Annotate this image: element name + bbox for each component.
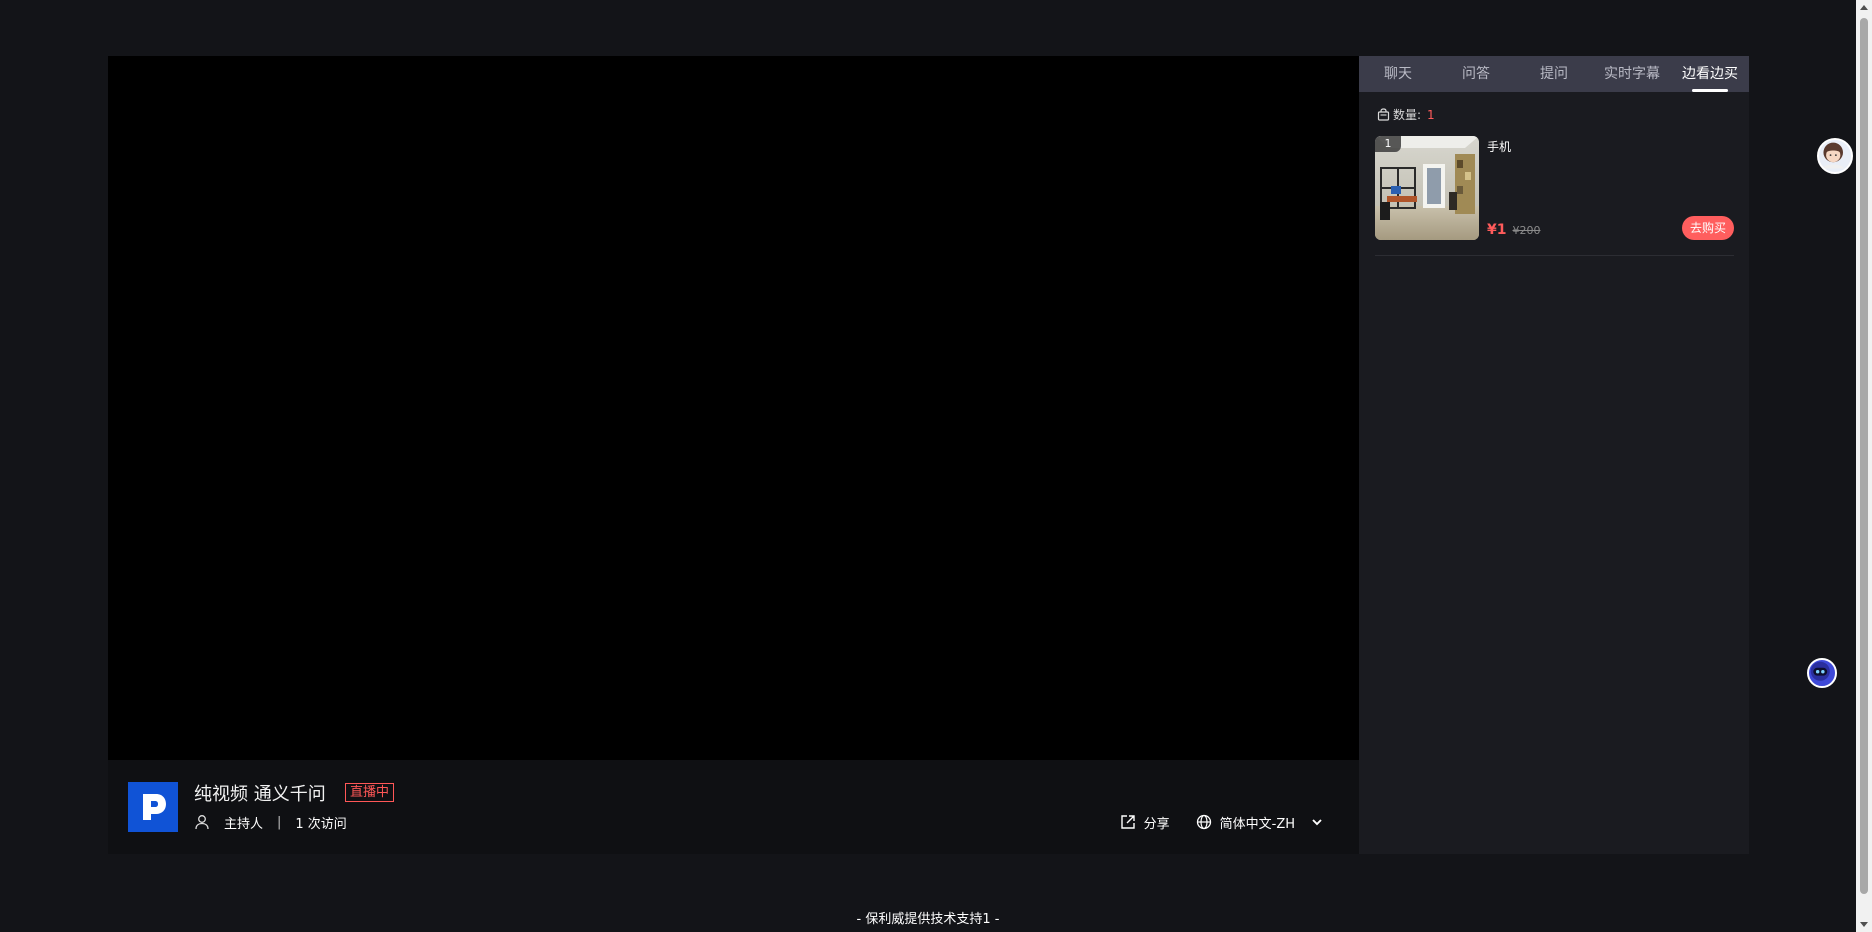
share-icon bbox=[1120, 815, 1135, 829]
side-tabs: 聊天 问答 提问 实时字幕 边看边买 bbox=[1359, 56, 1749, 92]
buy-button[interactable]: 去购买 bbox=[1682, 216, 1734, 240]
tab-question[interactable]: 提问 bbox=[1515, 56, 1593, 92]
language-label: 简体中文-ZH bbox=[1219, 816, 1295, 832]
tab-qa[interactable]: 问答 bbox=[1437, 56, 1515, 92]
current-price: ¥1 bbox=[1487, 222, 1507, 238]
live-status-badge: 直播中 bbox=[345, 783, 395, 802]
count-label: 数量: bbox=[1393, 108, 1422, 122]
count-value: 1 bbox=[1427, 107, 1435, 122]
globe-icon bbox=[1196, 814, 1211, 830]
tab-live-subtitles[interactable]: 实时字幕 bbox=[1593, 56, 1671, 92]
product-count: 数量: 1 bbox=[1377, 106, 1435, 123]
visit-count: 1 次访问 bbox=[295, 816, 347, 832]
room-meta: 主持人 | 1 次访问 bbox=[194, 812, 347, 832]
footer-credit: - 保利威提供技术支持1 - bbox=[856, 912, 1000, 927]
product-rank: 1 bbox=[1375, 136, 1401, 152]
avatar-icon bbox=[1822, 142, 1844, 169]
room-title: 纯视频 通义千问 bbox=[194, 784, 326, 805]
page: 纯视频 通义千问 直播中 主持人 | 1 次访问 分享 简体中文-ZH 聊天 问… bbox=[0, 0, 1872, 932]
product-thumbnail[interactable]: 1 bbox=[1375, 136, 1479, 240]
channel-logo bbox=[128, 782, 178, 832]
bag-icon bbox=[1377, 108, 1390, 121]
player-wrap: 纯视频 通义千问 直播中 主持人 | 1 次访问 分享 简体中文-ZH 聊天 问… bbox=[108, 56, 1749, 854]
bot-icon bbox=[1810, 661, 1830, 681]
room-actions: 分享 简体中文-ZH bbox=[1120, 812, 1333, 832]
host-name: 主持人 bbox=[224, 816, 264, 832]
chevron-down-icon bbox=[1312, 819, 1322, 826]
user-icon bbox=[195, 815, 209, 830]
tab-shopping[interactable]: 边看边买 bbox=[1671, 56, 1749, 92]
room-info-bar: 纯视频 通义千问 直播中 主持人 | 1 次访问 分享 简体中文-ZH bbox=[108, 760, 1359, 854]
polyv-logo-icon bbox=[143, 794, 166, 820]
player-area: 纯视频 通义千问 直播中 主持人 | 1 次访问 分享 简体中文-ZH bbox=[108, 56, 1359, 854]
scroll-thumb[interactable] bbox=[1860, 18, 1868, 894]
product-name: 手机 bbox=[1487, 140, 1512, 154]
share-button[interactable]: 分享 bbox=[1120, 813, 1170, 832]
video-player[interactable] bbox=[108, 56, 1359, 760]
page-scrollbar[interactable] bbox=[1856, 0, 1872, 932]
tab-chat[interactable]: 聊天 bbox=[1359, 56, 1437, 92]
bot-helper-button[interactable] bbox=[1807, 658, 1837, 688]
product-price: ¥1 ¥200 bbox=[1487, 222, 1540, 238]
side-panel: 聊天 问答 提问 实时字幕 边看边买 数量: 1 1 手机 ¥1 ¥200 去购… bbox=[1359, 56, 1749, 854]
product-item[interactable]: 1 手机 ¥1 ¥200 去购买 bbox=[1375, 136, 1734, 256]
scroll-up-arrow-icon[interactable] bbox=[1860, 5, 1868, 10]
language-select[interactable]: 简体中文-ZH bbox=[1196, 813, 1333, 832]
share-label: 分享 bbox=[1143, 816, 1170, 832]
meta-divider: | bbox=[277, 814, 282, 830]
original-price: ¥200 bbox=[1512, 224, 1541, 237]
assistant-avatar-button[interactable] bbox=[1817, 138, 1853, 174]
scroll-down-arrow-icon[interactable] bbox=[1860, 922, 1868, 927]
